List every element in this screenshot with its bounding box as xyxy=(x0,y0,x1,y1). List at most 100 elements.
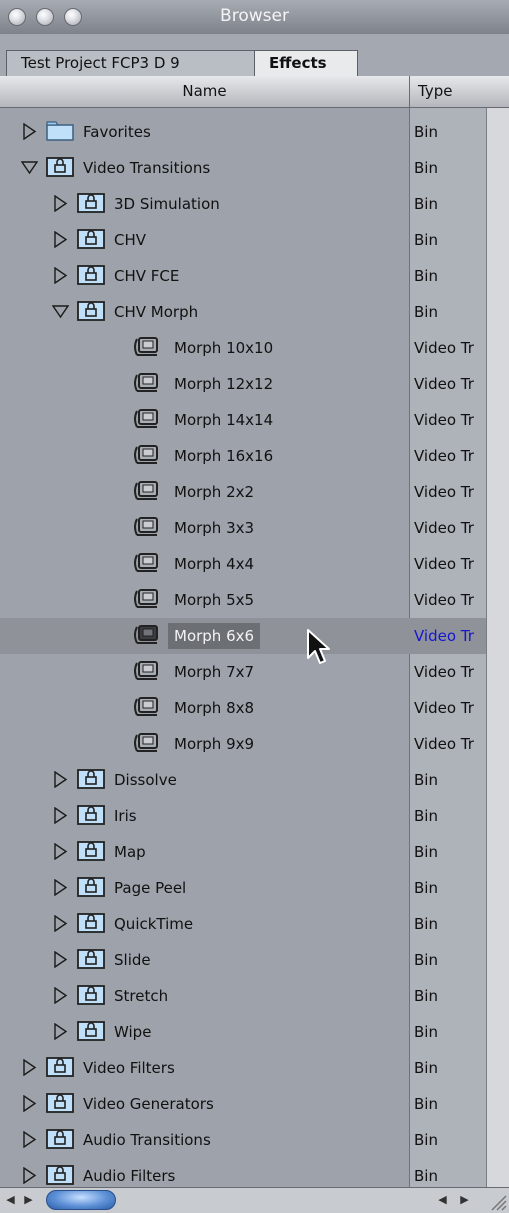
row-name: Morph 16x16 xyxy=(174,447,274,465)
row-type: Bin xyxy=(414,915,438,933)
list-row-morph-14x14[interactable]: Morph 14x14 Video Tr xyxy=(0,402,486,438)
list-row-morph-9x9[interactable]: Morph 9x9 Video Tr xyxy=(0,726,486,762)
locked-bin-icon xyxy=(76,227,106,251)
disclosure-triangle-right-icon[interactable] xyxy=(52,266,69,285)
row-name: Stretch xyxy=(114,987,169,1005)
column-header-type[interactable]: Type xyxy=(410,76,486,108)
list-row-video-filters[interactable]: Video Filters Bin xyxy=(0,1050,486,1086)
transition-icon xyxy=(130,407,160,431)
row-type: Video Tr xyxy=(414,447,474,465)
row-type: Bin xyxy=(414,771,438,789)
list-row-chv-fce[interactable]: CHV FCE Bin xyxy=(0,258,486,294)
row-name: Morph 7x7 xyxy=(174,663,255,681)
locked-bin-icon xyxy=(45,1163,75,1187)
locked-bin-icon xyxy=(76,1019,106,1043)
list-row-slide[interactable]: Slide Bin xyxy=(0,942,486,978)
list-row-audio-transitions[interactable]: Audio Transitions Bin xyxy=(0,1122,486,1158)
row-type: Video Tr xyxy=(414,663,474,681)
title-bar: Browser xyxy=(0,0,509,35)
list-row-chv-morph[interactable]: CHV Morph Bin xyxy=(0,294,486,330)
disclosure-triangle-right-icon[interactable] xyxy=(52,194,69,213)
row-name: Morph 12x12 xyxy=(174,375,274,393)
disclosure-triangle-right-icon[interactable] xyxy=(52,1022,69,1041)
list-row-wipe[interactable]: Wipe Bin xyxy=(0,1014,486,1050)
disclosure-triangle-right-icon[interactable] xyxy=(21,1058,38,1077)
list-row-video-generators[interactable]: Video Generators Bin xyxy=(0,1086,486,1122)
tab-test-project[interactable]: Test Project FCP3 D 9 xyxy=(6,50,264,76)
row-name: Video Transitions xyxy=(83,159,211,177)
row-name: Slide xyxy=(114,951,151,969)
disclosure-triangle-right-icon[interactable] xyxy=(52,950,69,969)
disclosure-triangle-right-icon[interactable] xyxy=(52,914,69,933)
list-row-audio-filters[interactable]: Audio Filters Bin xyxy=(0,1158,486,1187)
scroll-thumb[interactable] xyxy=(46,1190,116,1210)
transition-icon xyxy=(130,587,160,611)
list-row-dissolve[interactable]: Dissolve Bin xyxy=(0,762,486,798)
transition-icon xyxy=(130,731,160,755)
list-row-morph-16x16[interactable]: Morph 16x16 Video Tr xyxy=(0,438,486,474)
row-name: CHV Morph xyxy=(114,303,199,321)
row-name: Wipe xyxy=(114,1023,152,1041)
column-divider-strip xyxy=(486,108,509,1187)
row-name: Morph 14x14 xyxy=(174,411,274,429)
list-row-morph-3x3[interactable]: Morph 3x3 Video Tr xyxy=(0,510,486,546)
disclosure-triangle-right-icon[interactable] xyxy=(21,1094,38,1113)
resize-grip-icon[interactable] xyxy=(486,1190,508,1212)
scroll-right-arrow-icon[interactable]: ▶ xyxy=(20,1188,37,1212)
list-row-morph-4x4[interactable]: Morph 4x4 Video Tr xyxy=(0,546,486,582)
disclosure-triangle-right-icon[interactable] xyxy=(52,770,69,789)
row-type: Video Tr xyxy=(414,699,474,717)
disclosure-triangle-right-icon[interactable] xyxy=(52,806,69,825)
row-name: Morph 10x10 xyxy=(174,339,274,357)
list-row-morph-2x2[interactable]: Morph 2x2 Video Tr xyxy=(0,474,486,510)
list-row-morph-5x5[interactable]: Morph 5x5 Video Tr xyxy=(0,582,486,618)
mouse-pointer-icon xyxy=(307,629,330,664)
row-type: Bin xyxy=(414,159,438,177)
list-row-quicktime[interactable]: QuickTime Bin xyxy=(0,906,486,942)
transition-icon xyxy=(130,623,160,647)
list-row-morph-10x10[interactable]: Morph 10x10 Video Tr xyxy=(0,330,486,366)
disclosure-triangle-right-icon[interactable] xyxy=(21,1130,38,1149)
disclosure-triangle-right-icon[interactable] xyxy=(21,122,38,141)
row-type: Video Tr xyxy=(414,627,474,645)
tab-effects[interactable]: Effects xyxy=(254,50,358,76)
row-name: CHV xyxy=(114,231,147,249)
list-row-stretch[interactable]: Stretch Bin xyxy=(0,978,486,1014)
disclosure-triangle-down-icon[interactable] xyxy=(20,159,39,176)
locked-bin-icon xyxy=(76,767,106,791)
row-type: Bin xyxy=(414,267,438,285)
scroll-right-arrow-right-icon[interactable]: ▶ xyxy=(456,1188,473,1212)
column-header-name[interactable]: Name xyxy=(0,76,410,108)
disclosure-triangle-right-icon[interactable] xyxy=(52,986,69,1005)
list-row-morph-8x8[interactable]: Morph 8x8 Video Tr xyxy=(0,690,486,726)
list-row-favorites[interactable]: Favorites Bin xyxy=(0,114,486,150)
disclosure-triangle-right-icon[interactable] xyxy=(52,230,69,249)
disclosure-triangle-right-icon[interactable] xyxy=(52,878,69,897)
disclosure-triangle-down-icon[interactable] xyxy=(51,303,70,320)
list-row-video-transitions[interactable]: Video Transitions Bin xyxy=(0,150,486,186)
row-name: Map xyxy=(114,843,146,861)
row-name: Iris xyxy=(114,807,137,825)
transition-icon xyxy=(130,371,160,395)
list-row-morph-12x12[interactable]: Morph 12x12 Video Tr xyxy=(0,366,486,402)
row-type: Bin xyxy=(414,987,438,1005)
row-type: Bin xyxy=(414,807,438,825)
scroll-left-arrow-right-icon[interactable]: ◀ xyxy=(434,1188,451,1212)
disclosure-triangle-right-icon[interactable] xyxy=(21,1166,38,1185)
row-type: Bin xyxy=(414,1059,438,1077)
list-row-morph-7x7[interactable]: Morph 7x7 Video Tr xyxy=(0,654,486,690)
scroll-left-arrow-icon[interactable]: ◀ xyxy=(2,1188,19,1212)
list-row-3d-simulation[interactable]: 3D Simulation Bin xyxy=(0,186,486,222)
list-row-map[interactable]: Map Bin xyxy=(0,834,486,870)
list-row-page-peel[interactable]: Page Peel Bin xyxy=(0,870,486,906)
browser-list: Favorites Bin Video Transitions Bin 3D Simul… xyxy=(0,108,509,1187)
list-row-morph-6x6[interactable]: Morph 6x6 Video Tr xyxy=(0,618,486,654)
locked-bin-icon xyxy=(76,983,106,1007)
row-name: QuickTime xyxy=(114,915,194,933)
list-row-iris[interactable]: Iris Bin xyxy=(0,798,486,834)
list-row-chv[interactable]: CHV Bin xyxy=(0,222,486,258)
horizontal-scrollbar[interactable]: ◀ ▶ ◀ ▶ xyxy=(0,1187,509,1213)
row-type: Video Tr xyxy=(414,555,474,573)
row-type: Bin xyxy=(414,1131,438,1149)
disclosure-triangle-right-icon[interactable] xyxy=(52,842,69,861)
